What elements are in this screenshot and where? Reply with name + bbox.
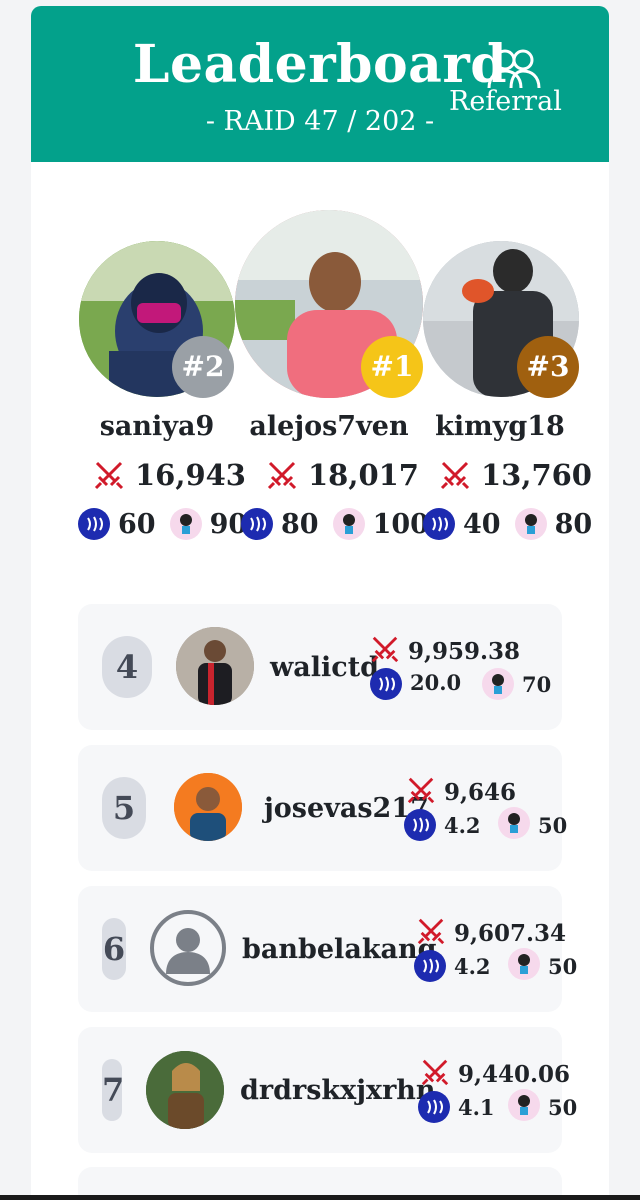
podium-score-value-3: 13,760	[481, 458, 592, 492]
avatar[interactable]	[146, 1051, 224, 1129]
rank-number: 7	[102, 1059, 124, 1121]
character-token-icon	[498, 807, 530, 839]
character-token-icon	[482, 668, 514, 700]
system-bottom-bar	[0, 1195, 640, 1200]
podium-name-1[interactable]: alejos7ven	[239, 411, 419, 442]
score-value: 9,646	[444, 779, 517, 806]
referral-button[interactable]: Referral	[445, 46, 565, 120]
crossed-swords-icon	[266, 459, 298, 491]
steem-token-icon	[241, 508, 273, 540]
podium-char-value-3: 80	[554, 508, 593, 540]
char-value: 50	[548, 954, 578, 979]
character-token-icon	[332, 508, 365, 540]
char-value: 50	[538, 813, 568, 838]
crossed-swords-icon	[416, 916, 446, 946]
podium-resources-1: 80 100	[241, 508, 429, 540]
username[interactable]: drdrskxjxrhn	[240, 1075, 436, 1106]
podium-steem-value-3: 40	[463, 508, 501, 540]
leaderboard-row[interactable]: 5 josevas217 9,646 4.2 50	[78, 745, 567, 871]
podium-char-value-1: 100	[372, 508, 429, 540]
steem-value: 4.2	[444, 813, 481, 838]
podium-name-2[interactable]: saniya9	[67, 411, 247, 442]
avatar[interactable]	[174, 773, 242, 841]
referral-label: Referral	[449, 86, 562, 117]
rank-number: 6	[102, 918, 126, 980]
default-avatar-icon[interactable]	[150, 910, 226, 986]
steem-token-icon	[78, 508, 110, 540]
podium-resources-3: 40 80	[423, 508, 592, 540]
podium-score-1: 18,017	[266, 458, 419, 492]
steem-value: 4.2	[454, 954, 491, 979]
podium-score-2: 16,943	[93, 458, 246, 492]
character-token-icon	[169, 508, 202, 540]
crossed-swords-icon	[420, 1057, 450, 1087]
username[interactable]: walictd	[270, 652, 379, 683]
username[interactable]: banbelakang	[242, 934, 437, 965]
rank-badge-1: #1	[361, 336, 423, 398]
leaderboard-card: Leaderboard - RAID 47 / 202 - Referral	[31, 6, 609, 1200]
rank-number: 4	[102, 636, 152, 698]
crossed-swords-icon	[406, 775, 436, 805]
steem-token-icon	[370, 668, 402, 700]
podium-score-3: 13,760	[439, 458, 592, 492]
steem-value: 20.0	[410, 670, 462, 695]
podium-score-value-2: 16,943	[135, 458, 246, 492]
character-token-icon	[514, 508, 547, 540]
char-value: 50	[548, 1095, 578, 1120]
leaderboard-row[interactable]: 6 banbelakang 9,607.34 4.2 50	[78, 886, 577, 1012]
char-value: 70	[522, 672, 552, 697]
leaderboard-header: Leaderboard - RAID 47 / 202 - Referral	[31, 6, 609, 162]
crossed-swords-icon	[370, 634, 400, 664]
character-token-icon	[508, 1089, 540, 1121]
steem-value: 4.1	[458, 1095, 495, 1120]
podium-steem-value-2: 60	[118, 508, 156, 540]
steem-token-icon	[404, 809, 436, 841]
score-value: 9,607.34	[454, 920, 567, 947]
crossed-swords-icon	[439, 459, 471, 491]
podium-steem-value-1: 80	[281, 508, 319, 540]
rank-badge-3: #3	[517, 336, 579, 398]
score-value: 9,440.06	[458, 1061, 571, 1088]
podium-score-value-1: 18,017	[308, 458, 419, 492]
podium-resources-2: 60 90	[78, 508, 247, 540]
podium-name-3[interactable]: kimyg18	[410, 411, 590, 442]
rank-badge-2: #2	[172, 336, 234, 398]
steem-token-icon	[418, 1091, 450, 1123]
character-token-icon	[508, 948, 540, 980]
leaderboard-row[interactable]: 4 walictd 9,959.38 20.0 70	[78, 604, 562, 730]
steem-token-icon	[414, 950, 446, 982]
avatar[interactable]	[176, 627, 254, 705]
rank-number: 5	[102, 777, 146, 839]
crossed-swords-icon	[93, 459, 125, 491]
steem-token-icon	[423, 508, 455, 540]
leaderboard-row[interactable]: 7 drdrskxjxrhn 9,440.06 4.1 50	[78, 1027, 577, 1153]
score-value: 9,959.38	[408, 638, 521, 665]
